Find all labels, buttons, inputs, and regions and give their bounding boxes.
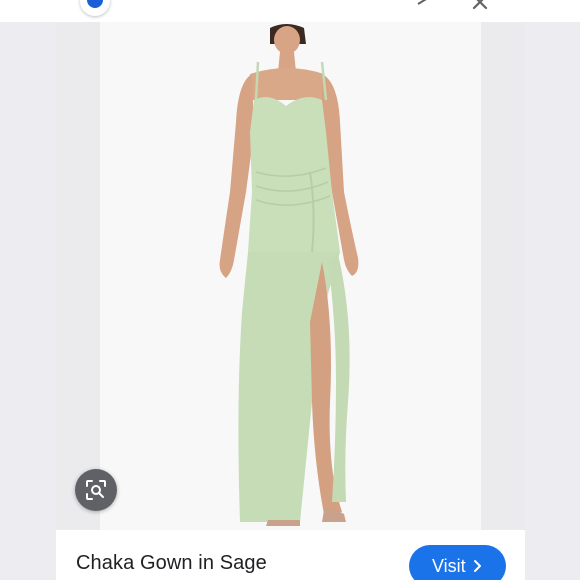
visual-search-button[interactable]	[75, 469, 117, 511]
gown-illustration	[219, 24, 359, 526]
visit-button[interactable]: Visit	[409, 545, 506, 580]
top-bar	[0, 0, 580, 22]
product-image[interactable]	[56, 22, 525, 530]
google-lens-icon[interactable]	[80, 0, 110, 16]
right-background	[525, 22, 580, 580]
product-title[interactable]: Chaka Gown in Sage	[76, 552, 267, 575]
chevron-right-icon	[474, 560, 481, 572]
share-icon[interactable]	[416, 0, 430, 8]
visual-search-icon	[86, 480, 106, 500]
lens-badge-dot	[87, 0, 103, 8]
visit-label: Visit	[432, 556, 466, 576]
image-left-margin	[56, 22, 100, 530]
left-background	[0, 22, 56, 580]
product-card: Chaka Gown in Sage Visit	[56, 22, 525, 580]
lens-result-screen: Chaka Gown in Sage Visit	[0, 0, 580, 580]
close-icon[interactable]	[470, 0, 490, 10]
image-right-margin	[481, 22, 525, 530]
